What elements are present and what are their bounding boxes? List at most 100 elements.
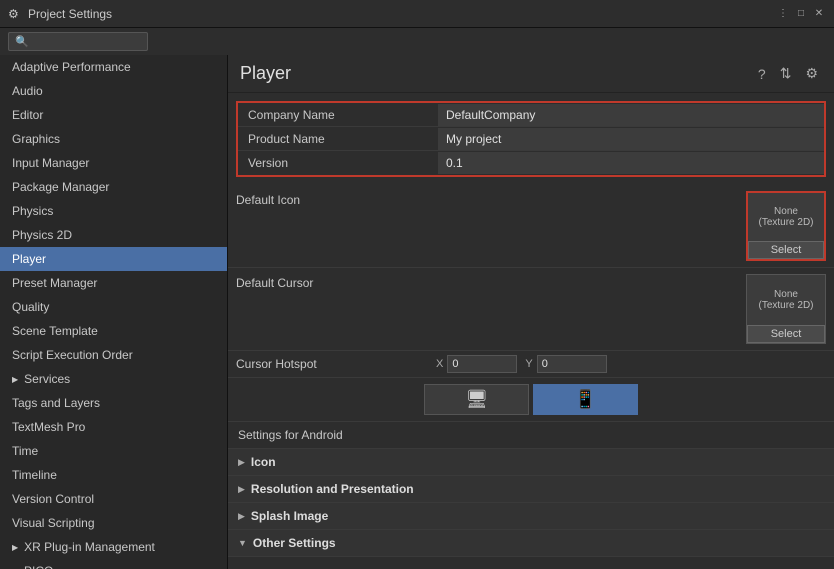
- default-cursor-section: Default Cursor None(Texture 2D) Select: [228, 268, 834, 351]
- sidebar-item-visual-scripting[interactable]: Visual Scripting: [0, 511, 227, 535]
- sidebar-item-timeline[interactable]: Timeline: [0, 463, 227, 487]
- sidebar: Adaptive Performance Audio Editor Graphics I…: [0, 55, 228, 569]
- sidebar-item-audio[interactable]: Audio: [0, 79, 227, 103]
- hotspot-y-label: Y: [525, 358, 532, 370]
- hotspot-x-input[interactable]: [447, 355, 517, 373]
- version-row: Version: [238, 151, 824, 175]
- title-bar-icon: ⚙: [8, 7, 22, 21]
- sidebar-item-time[interactable]: Time: [0, 439, 227, 463]
- sidebar-item-label: Version Control: [12, 492, 94, 506]
- sidebar-item-label: Audio: [12, 84, 43, 98]
- sidebar-item-label: Editor: [12, 108, 43, 122]
- sidebar-item-label: Quality: [12, 300, 49, 314]
- hotspot-x-field: X: [436, 355, 517, 373]
- search-bar: 🔍: [0, 28, 834, 55]
- tab-android[interactable]: 📱: [533, 384, 637, 415]
- sidebar-item-textmesh-pro[interactable]: TextMesh Pro: [0, 415, 227, 439]
- sidebar-item-label: Script Execution Order: [12, 348, 133, 362]
- sidebar-item-label: PICO: [24, 564, 53, 569]
- search-input[interactable]: [33, 36, 143, 48]
- platform-tabs: 🖥 📱: [228, 378, 834, 422]
- title-bar-controls: ⋮ □ ✕: [776, 7, 826, 21]
- help-icon[interactable]: ?: [754, 64, 770, 84]
- product-name-label: Product Name: [238, 128, 438, 150]
- sidebar-item-scene-template[interactable]: Scene Template: [0, 319, 227, 343]
- sidebar-item-label: Time: [12, 444, 38, 458]
- sidebar-item-label: Timeline: [12, 468, 57, 482]
- resolution-section-collapsible: ▶ Resolution and Presentation: [228, 476, 834, 503]
- hotspot-y-input[interactable]: [537, 355, 607, 373]
- sidebar-item-package-manager[interactable]: Package Manager: [0, 175, 227, 199]
- product-name-input[interactable]: [438, 128, 824, 150]
- sidebar-item-physics[interactable]: Physics: [0, 199, 227, 223]
- splash-section-collapsible: ▶ Splash Image: [228, 503, 834, 530]
- default-cursor-select-button[interactable]: Select: [747, 325, 825, 343]
- sidebar-item-label: Adaptive Performance: [12, 60, 131, 74]
- hotspot-y-field: Y: [525, 355, 606, 373]
- settings-icon[interactable]: ⚙: [801, 63, 822, 84]
- sidebar-item-physics-2d[interactable]: Physics 2D: [0, 223, 227, 247]
- company-name-label: Company Name: [238, 104, 438, 126]
- splash-section-header[interactable]: ▶ Splash Image: [228, 503, 834, 529]
- company-name-row: Company Name: [238, 103, 824, 127]
- other-section-title: Other Settings: [253, 536, 336, 550]
- sidebar-item-label: TextMesh Pro: [12, 420, 85, 434]
- hotspot-fields: X Y: [436, 355, 607, 373]
- layout-icon[interactable]: ⇅: [776, 63, 796, 84]
- icon-arrow: ▶: [238, 457, 245, 468]
- cursor-hotspot-label: Cursor Hotspot: [236, 357, 436, 371]
- sidebar-item-tags-and-layers[interactable]: Tags and Layers: [0, 391, 227, 415]
- icon-section-header[interactable]: ▶ Icon: [228, 449, 834, 475]
- default-icon-select-button[interactable]: Select: [748, 241, 824, 259]
- sidebar-item-label: Tags and Layers: [12, 396, 100, 410]
- header-actions: ? ⇅ ⚙: [754, 63, 822, 84]
- company-name-input[interactable]: [438, 104, 824, 126]
- sidebar-item-xr-plug-in-management[interactable]: ▶XR Plug-in Management: [0, 535, 227, 559]
- search-icon: 🔍: [15, 35, 29, 48]
- sidebar-item-input-manager[interactable]: Input Manager: [0, 151, 227, 175]
- close-icon[interactable]: ✕: [812, 7, 826, 21]
- tab-desktop[interactable]: 🖥: [424, 384, 529, 415]
- product-name-row: Product Name: [238, 127, 824, 151]
- info-section: Company Name Product Name Version: [236, 101, 826, 177]
- sidebar-item-quality[interactable]: Quality: [0, 295, 227, 319]
- other-section-collapsible: ▼ Other Settings: [228, 530, 834, 557]
- sidebar-item-pico[interactable]: PICO: [0, 559, 227, 569]
- sidebar-item-label: Preset Manager: [12, 276, 97, 290]
- sidebar-item-player[interactable]: Player: [0, 247, 227, 271]
- default-icon-text: None(Texture 2D): [754, 202, 817, 232]
- icon-section-title: Icon: [251, 455, 276, 469]
- sidebar-arrow: ▶: [12, 375, 18, 384]
- splash-section-title: Splash Image: [251, 509, 328, 523]
- sidebar-arrow: ▶: [12, 543, 18, 552]
- default-cursor-preview: None(Texture 2D) Select: [746, 274, 826, 344]
- sidebar-item-version-control[interactable]: Version Control: [0, 487, 227, 511]
- hotspot-x-label: X: [436, 358, 443, 370]
- sidebar-item-label: Physics: [12, 204, 53, 218]
- menu-icon[interactable]: ⋮: [776, 7, 790, 21]
- sidebar-item-adaptive-performance[interactable]: Adaptive Performance: [0, 55, 227, 79]
- sidebar-item-preset-manager[interactable]: Preset Manager: [0, 271, 227, 295]
- title-bar: ⚙ Project Settings ⋮ □ ✕: [0, 0, 834, 28]
- main-layout: Adaptive Performance Audio Editor Graphics I…: [0, 55, 834, 569]
- version-input[interactable]: [438, 152, 824, 174]
- sidebar-item-services[interactable]: ▶Services: [0, 367, 227, 391]
- maximize-icon[interactable]: □: [794, 7, 808, 21]
- sidebar-item-graphics[interactable]: Graphics: [0, 127, 227, 151]
- resolution-section-title: Resolution and Presentation: [251, 482, 414, 496]
- other-arrow: ▼: [238, 538, 247, 548]
- default-cursor-text: None(Texture 2D): [754, 285, 817, 315]
- resolution-section-header[interactable]: ▶ Resolution and Presentation: [228, 476, 834, 502]
- sidebar-item-label: Graphics: [12, 132, 60, 146]
- sidebar-item-label: Player: [12, 252, 46, 266]
- sidebar-item-editor[interactable]: Editor: [0, 103, 227, 127]
- sidebar-item-label: Package Manager: [12, 180, 109, 194]
- title-bar-title: Project Settings: [28, 7, 776, 21]
- splash-arrow: ▶: [238, 511, 245, 522]
- version-label: Version: [238, 152, 438, 174]
- cursor-hotspot-row: Cursor Hotspot X Y: [228, 351, 834, 378]
- other-section-header[interactable]: ▼ Other Settings: [228, 530, 834, 556]
- default-icon-section: Default Icon None(Texture 2D) Select: [228, 185, 834, 268]
- player-content: Company Name Product Name Version Defaul…: [228, 93, 834, 569]
- sidebar-item-script-execution-order[interactable]: Script Execution Order: [0, 343, 227, 367]
